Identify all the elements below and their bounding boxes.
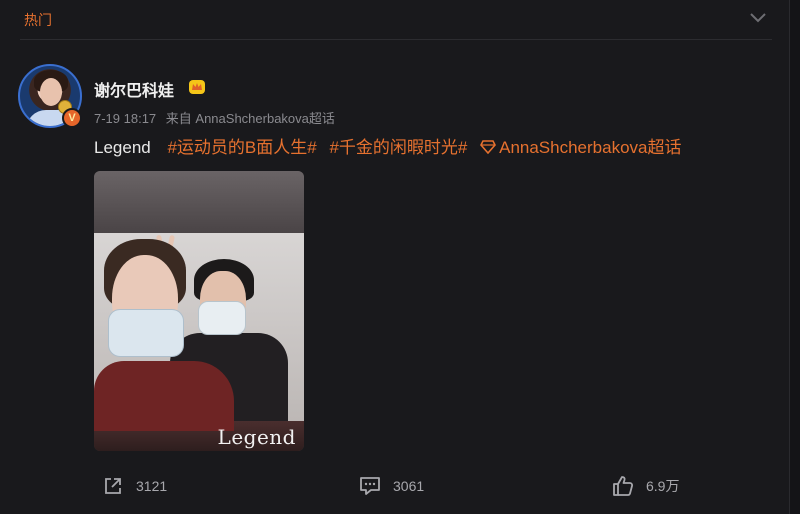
diamond-icon [480,140,497,154]
comment-icon [360,477,380,495]
post-meta: 7-19 18:17 来自 AnnaShcherbakova超话 [94,108,341,127]
super-topic-link[interactable]: AnnaShcherbakova超话 [480,138,682,157]
page-background: 热门 V 谢尔巴科娃 7-19 18:17 来自 AnnaShcherbakov… [0,0,800,514]
person-left-mask [108,309,184,357]
share-icon [105,478,121,494]
image-caption: Legend [217,425,296,449]
comment-count: 3061 [393,478,425,494]
like-count: 6.9万 [646,478,680,494]
post-time[interactable]: 7-19 18:17 [94,111,156,126]
person-right-mask [198,301,246,335]
hashtag-link[interactable]: #运动员的B面人生# [167,138,316,157]
section-title: 热门 [24,12,52,28]
post-image[interactable]: Legend [94,171,304,451]
verified-v-icon: V [62,108,82,128]
image-ceiling [94,171,304,233]
share-button[interactable]: 3121 [102,474,167,498]
post-text-plain: Legend [94,138,151,157]
post-source[interactable]: 来自 AnnaShcherbakova超话 [166,111,335,126]
super-topic-label: AnnaShcherbakova超话 [499,138,682,157]
person-left-shirt [94,361,234,431]
thumbs-up-icon [613,476,634,496]
like-button[interactable]: 6.9万 [612,474,679,498]
section-header: 热门 [20,0,772,40]
crown-icon[interactable] [188,78,206,96]
username[interactable]: 谢尔巴科娃 [94,77,174,101]
comment-button[interactable]: 3061 [359,474,424,498]
share-count: 3121 [136,478,168,494]
chevron-down-icon[interactable] [748,10,768,26]
post-text: Legend #运动员的B面人生# #千金的闲暇时光# AnnaShcherba… [94,133,690,158]
action-bar: 3121 3061 6.9万 [20,462,772,510]
post-card: 热门 V 谢尔巴科娃 7-19 18:17 来自 AnnaShcherbakov… [0,0,790,514]
hashtag-link[interactable]: #千金的闲暇时光# [329,138,467,157]
